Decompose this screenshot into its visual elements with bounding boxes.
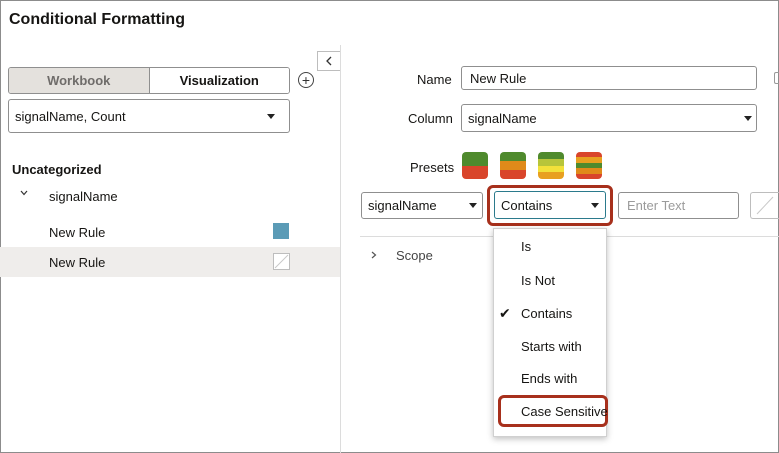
dialog-title: Conditional Formatting [9,11,185,28]
preset-swatch-2[interactable] [500,152,526,179]
scope-toggle[interactable]: Scope [396,248,433,263]
rule-label: New Rule [49,255,106,270]
add-rule-button[interactable]: + [298,72,314,88]
category-heading: Uncategorized [12,162,102,177]
menu-item-ends-with[interactable]: Ends with [521,371,577,386]
preset-band [538,158,564,166]
measure-select[interactable]: signalName, Count [8,99,290,133]
check-icon: ✔ [499,305,511,321]
preset-swatch-4[interactable] [576,152,602,179]
preset-band [576,173,602,179]
column-label: Column [408,111,453,126]
rule-empty-swatch [273,253,290,270]
rule-name-value: New Rule [470,70,527,86]
scope-segmented-control: Workbook Visualization [8,67,290,94]
menu-item-is-not[interactable]: Is Not [521,273,555,288]
overflow-edge [774,72,779,84]
segment-workbook[interactable]: Workbook [9,68,150,93]
condition-field-value: signalName [368,198,437,213]
operator-select-value: Contains [501,197,553,213]
condition-text-input[interactable]: Enter Text [618,192,739,219]
caret-down-icon [267,114,275,119]
column-select[interactable]: signalName [461,104,757,132]
rule-name-input[interactable]: New Rule [461,66,757,90]
name-label: Name [417,72,452,87]
preset-swatch-1[interactable] [462,152,488,179]
segment-visualization[interactable]: Visualization [149,68,289,93]
preset-band [500,161,526,170]
menu-item-is[interactable]: Is [521,239,531,254]
format-color-button[interactable] [750,192,779,219]
menu-item-contains[interactable]: Contains [521,306,572,321]
preset-band [500,152,526,161]
collapse-panel-button[interactable] [317,51,340,71]
chevron-down-icon[interactable] [20,189,28,197]
preset-band [538,152,564,159]
preset-band [462,152,488,166]
tree-node-signalname[interactable]: signalName [49,189,118,204]
preset-band [500,170,526,179]
measure-select-value: signalName, Count [15,108,126,124]
chevron-left-icon [326,56,332,66]
preset-swatch-3[interactable] [538,152,564,179]
no-color-icon [756,196,774,215]
caret-down-icon [591,203,599,208]
caret-down-icon [469,203,477,208]
operator-select[interactable]: Contains [494,191,606,219]
rule-label: New Rule [49,225,106,240]
preset-band [462,165,488,179]
plus-icon: + [301,72,311,88]
menu-item-starts-with[interactable]: Starts with [521,339,582,354]
condition-text-placeholder: Enter Text [627,198,686,213]
preset-band [538,172,564,179]
caret-down-icon [744,116,752,121]
presets-label: Presets [410,160,455,175]
rule-color-swatch [273,223,289,239]
preset-band [538,165,564,173]
panel-divider [340,45,341,453]
menu-item-case-sensitive[interactable]: Case Sensitive [521,404,608,419]
no-color-icon [274,254,289,269]
condition-field-select[interactable]: signalName [361,192,483,219]
rule-row[interactable]: New Rule [0,217,340,247]
column-select-value: signalName [468,110,537,126]
chevron-right-icon[interactable] [370,251,378,259]
